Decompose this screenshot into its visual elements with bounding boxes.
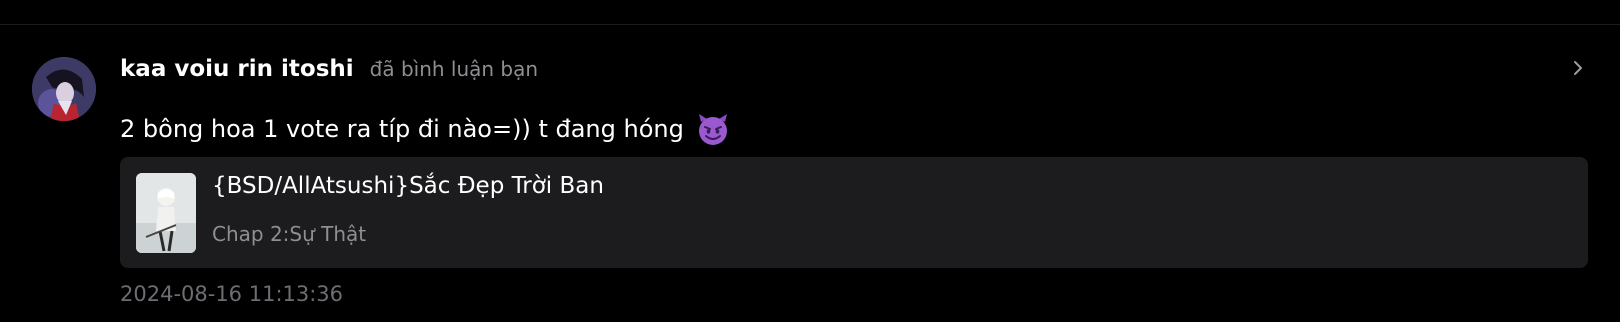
story-card[interactable]: {BSD/AllAtsushi}Sắc Đẹp Trời Ban Chap 2:… — [120, 157, 1588, 268]
story-cover-image — [136, 173, 196, 253]
avatar-image — [32, 57, 96, 121]
smiling-imp-emoji-icon — [698, 114, 727, 145]
username[interactable]: kaa voiu rin itoshi — [120, 56, 354, 82]
story-title: {BSD/AllAtsushi}Sắc Đẹp Trời Ban — [212, 173, 604, 199]
comment-body: 2 bông hoa 1 vote ra típ đi nào=)) t đan… — [120, 115, 684, 143]
notification-header: kaa voiu rin itoshi đã bình luận bạn — [120, 52, 538, 86]
chevron-right-icon[interactable] — [1566, 56, 1590, 80]
chapter-label: Chap 2:Sự Thật — [212, 222, 367, 246]
comment-text: 2 bông hoa 1 vote ra típ đi nào=)) t đan… — [120, 111, 730, 147]
action-text: đã bình luận bạn — [369, 57, 539, 81]
avatar[interactable] — [32, 57, 96, 121]
top-divider — [0, 24, 1620, 25]
timestamp: 2024-08-16 11:13:36 — [120, 282, 344, 306]
